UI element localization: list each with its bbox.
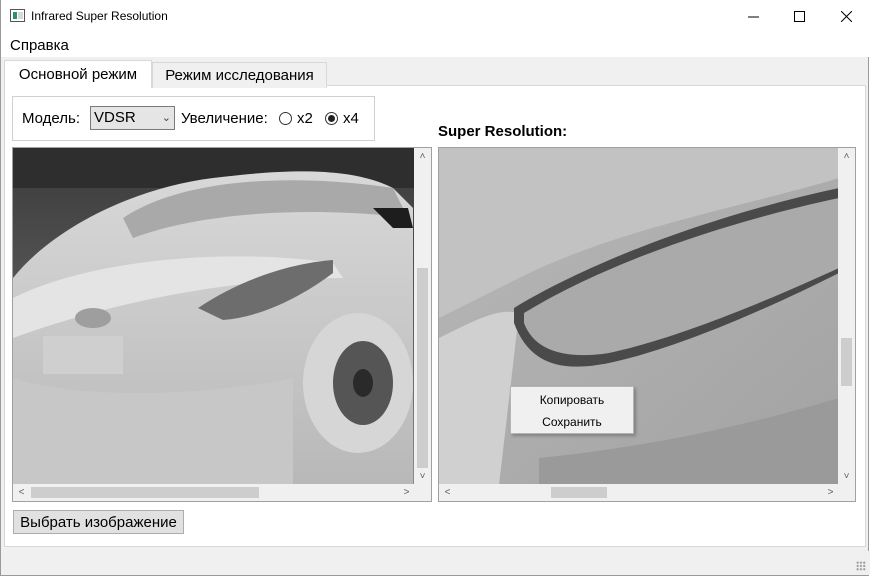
app-icon <box>10 9 25 22</box>
model-label: Модель: <box>22 110 81 127</box>
close-button[interactable] <box>823 0 869 33</box>
window-title: Infrared Super Resolution <box>31 9 168 23</box>
scroll-right-icon[interactable]: > <box>398 484 415 501</box>
scroll-down-icon[interactable]: ˅ <box>414 468 431 485</box>
original-vertical-scrollbar[interactable]: ˄ ˅ <box>414 148 431 485</box>
model-combobox[interactable]: VDSR ⌄ <box>90 106 175 130</box>
super-resolution-label: Super Resolution: <box>438 123 568 140</box>
menu-bar: Справка <box>1 33 870 57</box>
context-menu: Копировать Сохранить <box>510 386 634 434</box>
sr-horizontal-scrollbar[interactable]: < > <box>439 484 839 501</box>
minimize-button[interactable] <box>730 0 776 33</box>
original-image-view[interactable]: ˄ ˅ < > <box>12 147 432 502</box>
scroll-thumb[interactable] <box>551 487 607 498</box>
maximize-button[interactable] <box>776 0 822 33</box>
original-thermal-image <box>13 148 415 485</box>
scroll-thumb[interactable] <box>417 268 428 468</box>
zoom-x4-label[interactable]: x4 <box>343 110 359 127</box>
title-bar[interactable]: Infrared Super Resolution <box>1 0 870 33</box>
scroll-thumb[interactable] <box>841 338 852 386</box>
chevron-down-icon: ⌄ <box>161 112 171 124</box>
select-image-button[interactable]: Выбрать изображение <box>13 510 184 534</box>
zoom-x2-radio[interactable] <box>279 112 292 125</box>
maximize-icon <box>793 11 805 22</box>
status-bar <box>1 551 870 575</box>
scroll-right-icon[interactable]: > <box>822 484 839 501</box>
super-resolution-image <box>439 148 839 485</box>
menu-help[interactable]: Справка <box>10 37 69 54</box>
scroll-down-icon[interactable]: ˅ <box>838 468 855 485</box>
context-menu-copy[interactable]: Копировать <box>511 393 633 407</box>
tab-research-mode[interactable]: Режим исследования <box>152 62 327 88</box>
scroll-up-icon[interactable]: ˄ <box>414 148 431 165</box>
scroll-left-icon[interactable]: < <box>439 484 456 501</box>
zoom-x2-label[interactable]: x2 <box>297 110 313 127</box>
super-resolution-view[interactable]: ˄ ˅ < > <box>438 147 856 502</box>
scroll-left-icon[interactable]: < <box>13 484 30 501</box>
scroll-up-icon[interactable]: ˄ <box>838 148 855 165</box>
resize-grip-icon[interactable] <box>856 561 866 571</box>
sr-vertical-scrollbar[interactable]: ˄ ˅ <box>838 148 855 485</box>
scroll-thumb[interactable] <box>31 487 259 498</box>
zoom-label: Увеличение: <box>181 110 268 127</box>
zoom-x4-radio[interactable] <box>325 112 338 125</box>
original-horizontal-scrollbar[interactable]: < > <box>13 484 415 501</box>
model-value: VDSR <box>94 109 136 126</box>
minimize-icon <box>747 16 759 18</box>
tab-main-mode[interactable]: Основной режим <box>4 60 152 88</box>
context-menu-save[interactable]: Сохранить <box>511 415 633 429</box>
main-window: Infrared Super Resolution Справка Основн… <box>0 0 870 576</box>
close-icon <box>840 11 852 22</box>
